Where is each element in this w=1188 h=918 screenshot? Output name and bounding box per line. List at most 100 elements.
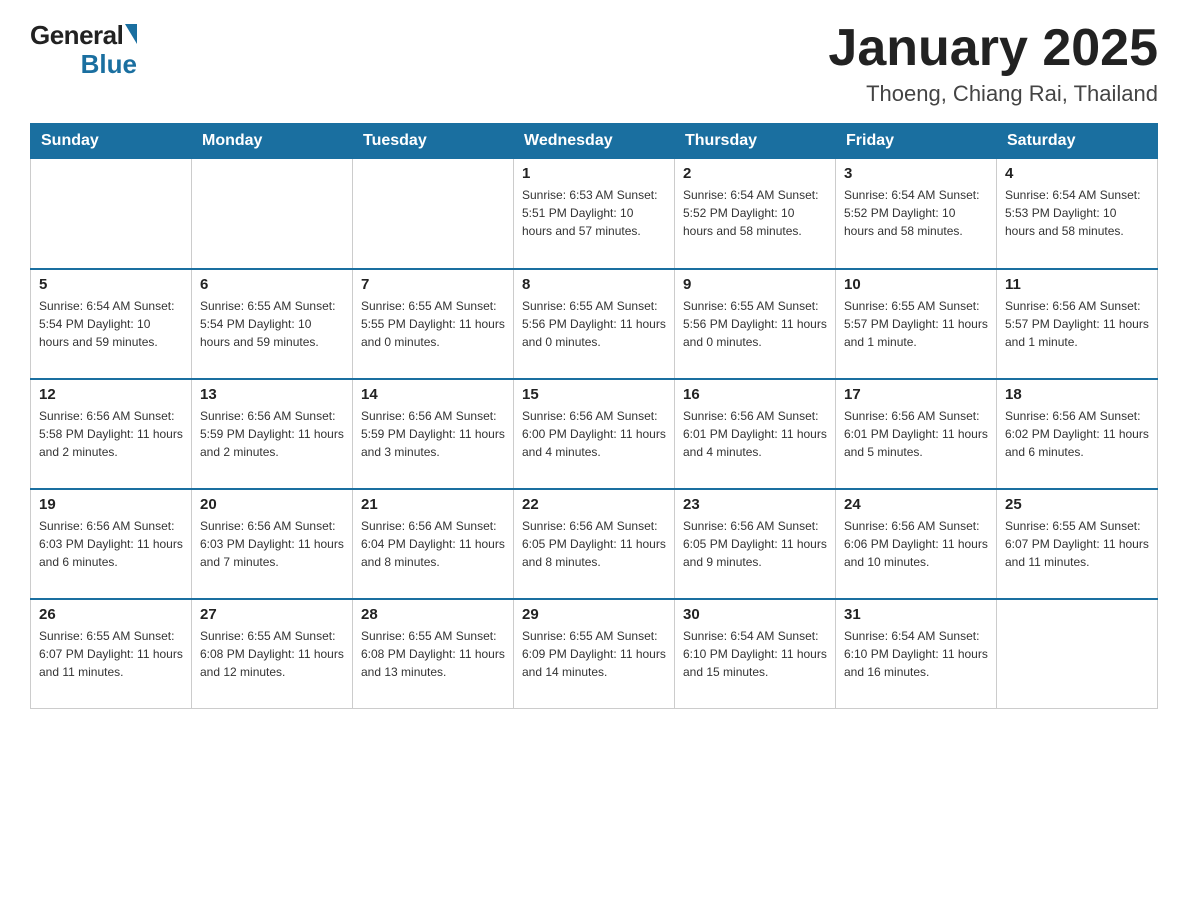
day-number: 18 xyxy=(1005,386,1149,403)
day-number: 14 xyxy=(361,386,505,403)
day-number: 6 xyxy=(200,276,344,293)
day-info: Sunrise: 6:56 AM Sunset: 6:00 PM Dayligh… xyxy=(522,407,666,461)
calendar-cell: 11 Sunrise: 6:56 AM Sunset: 5:57 PM Dayli… xyxy=(997,269,1158,379)
calendar-week-row: 26Sunrise: 6:55 AM Sunset: 6:07 PM Dayli… xyxy=(31,599,1158,709)
day-number: 8 xyxy=(522,276,666,293)
page-header: General Blue January 2025 Thoeng, Chiang… xyxy=(30,20,1158,107)
calendar-cell: 20 Sunrise: 6:56 AM Sunset: 6:03 PM Dayli… xyxy=(192,489,353,599)
calendar-cell: 2 Sunrise: 6:54 AM Sunset: 5:52 PM Daylig… xyxy=(675,159,836,269)
logo-general-text: General xyxy=(30,20,123,51)
day-info: Sunrise: 6:55 AM Sunset: 6:08 PM Dayligh… xyxy=(200,627,344,681)
day-info: Sunrise: 6:54 AM Sunset: 6:10 PM Dayligh… xyxy=(844,627,988,681)
day-number: 5 xyxy=(39,276,183,293)
logo-triangle-icon xyxy=(125,24,137,44)
day-number: 2 xyxy=(683,165,827,182)
day-number: 20 xyxy=(200,496,344,513)
day-info: Sunrise: 6:56 AM Sunset: 6:01 PM Dayligh… xyxy=(844,407,988,461)
day-number: 21 xyxy=(361,496,505,513)
calendar-cell: 27 Sunrise: 6:55 AM Sunset: 6:08 PM Dayli… xyxy=(192,599,353,709)
calendar-cell: 25 Sunrise: 6:55 AM Sunset: 6:07 PM Dayli… xyxy=(997,489,1158,599)
day-number: 25 xyxy=(1005,496,1149,513)
calendar-cell: 31 Sunrise: 6:54 AM Sunset: 6:10 PM Dayli… xyxy=(836,599,997,709)
day-info: Sunrise: 6:56 AM Sunset: 6:01 PM Dayligh… xyxy=(683,407,827,461)
logo: General Blue xyxy=(30,20,137,80)
day-info: Sunrise: 6:56 AM Sunset: 6:03 PM Dayligh… xyxy=(200,517,344,571)
col-header-saturday: Saturday xyxy=(997,124,1158,159)
calendar-cell: 13 Sunrise: 6:56 AM Sunset: 5:59 PM Dayli… xyxy=(192,379,353,489)
calendar-cell: 4 Sunrise: 6:54 AM Sunset: 5:53 PM Daylig… xyxy=(997,159,1158,269)
day-info: Sunrise: 6:55 AM Sunset: 5:56 PM Dayligh… xyxy=(522,297,666,351)
day-info: Sunrise: 6:56 AM Sunset: 5:58 PM Dayligh… xyxy=(39,407,183,461)
calendar-cell: 17 Sunrise: 6:56 AM Sunset: 6:01 PM Dayli… xyxy=(836,379,997,489)
calendar-cell xyxy=(192,159,353,269)
day-number: 3 xyxy=(844,165,988,182)
calendar-header-row: SundayMondayTuesdayWednesdayThursdayFrid… xyxy=(31,124,1158,159)
calendar-table: SundayMondayTuesdayWednesdayThursdayFrid… xyxy=(30,123,1158,709)
day-number: 24 xyxy=(844,496,988,513)
calendar-cell: 14 Sunrise: 6:56 AM Sunset: 5:59 PM Dayli… xyxy=(353,379,514,489)
day-number: 17 xyxy=(844,386,988,403)
day-number: 29 xyxy=(522,606,666,623)
calendar-cell: 7 Sunrise: 6:55 AM Sunset: 5:55 PM Daylig… xyxy=(353,269,514,379)
day-number: 9 xyxy=(683,276,827,293)
day-info: Sunrise: 6:55 AM Sunset: 6:07 PM Dayligh… xyxy=(1005,517,1149,571)
day-info: Sunrise: 6:56 AM Sunset: 6:05 PM Dayligh… xyxy=(522,517,666,571)
day-info: Sunrise: 6:56 AM Sunset: 5:59 PM Dayligh… xyxy=(361,407,505,461)
day-info: Sunrise: 6:56 AM Sunset: 6:05 PM Dayligh… xyxy=(683,517,827,571)
day-number: 7 xyxy=(361,276,505,293)
day-info: Sunrise: 6:54 AM Sunset: 6:10 PM Dayligh… xyxy=(683,627,827,681)
day-info: Sunrise: 6:54 AM Sunset: 5:52 PM Dayligh… xyxy=(683,186,827,240)
calendar-cell: 21 Sunrise: 6:56 AM Sunset: 6:04 PM Dayli… xyxy=(353,489,514,599)
calendar-cell: 10Sunrise: 6:55 AM Sunset: 5:57 PM Dayli… xyxy=(836,269,997,379)
day-info: Sunrise: 6:54 AM Sunset: 5:53 PM Dayligh… xyxy=(1005,186,1149,240)
calendar-cell: 30 Sunrise: 6:54 AM Sunset: 6:10 PM Dayli… xyxy=(675,599,836,709)
calendar-cell: 8 Sunrise: 6:55 AM Sunset: 5:56 PM Daylig… xyxy=(514,269,675,379)
calendar-cell: 24 Sunrise: 6:56 AM Sunset: 6:06 PM Dayli… xyxy=(836,489,997,599)
calendar-week-row: 5Sunrise: 6:54 AM Sunset: 5:54 PM Daylig… xyxy=(31,269,1158,379)
day-number: 26 xyxy=(39,606,183,623)
calendar-cell: 1Sunrise: 6:53 AM Sunset: 5:51 PM Daylig… xyxy=(514,159,675,269)
day-number: 11 xyxy=(1005,276,1149,293)
day-number: 16 xyxy=(683,386,827,403)
calendar-week-row: 1Sunrise: 6:53 AM Sunset: 5:51 PM Daylig… xyxy=(31,159,1158,269)
day-info: Sunrise: 6:53 AM Sunset: 5:51 PM Dayligh… xyxy=(522,186,666,240)
col-header-monday: Monday xyxy=(192,124,353,159)
day-info: Sunrise: 6:55 AM Sunset: 6:09 PM Dayligh… xyxy=(522,627,666,681)
day-number: 4 xyxy=(1005,165,1149,182)
calendar-week-row: 12 Sunrise: 6:56 AM Sunset: 5:58 PM Dayli… xyxy=(31,379,1158,489)
day-number: 10 xyxy=(844,276,988,293)
day-info: Sunrise: 6:56 AM Sunset: 5:57 PM Dayligh… xyxy=(1005,297,1149,351)
day-info: Sunrise: 6:55 AM Sunset: 5:55 PM Dayligh… xyxy=(361,297,505,351)
day-number: 27 xyxy=(200,606,344,623)
day-number: 28 xyxy=(361,606,505,623)
calendar-cell: 28Sunrise: 6:55 AM Sunset: 6:08 PM Dayli… xyxy=(353,599,514,709)
col-header-tuesday: Tuesday xyxy=(353,124,514,159)
calendar-cell: 9Sunrise: 6:55 AM Sunset: 5:56 PM Daylig… xyxy=(675,269,836,379)
day-info: Sunrise: 6:56 AM Sunset: 5:59 PM Dayligh… xyxy=(200,407,344,461)
day-info: Sunrise: 6:54 AM Sunset: 5:52 PM Dayligh… xyxy=(844,186,988,240)
day-info: Sunrise: 6:56 AM Sunset: 6:06 PM Dayligh… xyxy=(844,517,988,571)
day-number: 30 xyxy=(683,606,827,623)
calendar-cell: 23Sunrise: 6:56 AM Sunset: 6:05 PM Dayli… xyxy=(675,489,836,599)
day-number: 31 xyxy=(844,606,988,623)
day-info: Sunrise: 6:56 AM Sunset: 6:04 PM Dayligh… xyxy=(361,517,505,571)
calendar-cell: 19Sunrise: 6:56 AM Sunset: 6:03 PM Dayli… xyxy=(31,489,192,599)
day-info: Sunrise: 6:55 AM Sunset: 5:54 PM Dayligh… xyxy=(200,297,344,351)
calendar-cell: 12 Sunrise: 6:56 AM Sunset: 5:58 PM Dayli… xyxy=(31,379,192,489)
calendar-cell: 3 Sunrise: 6:54 AM Sunset: 5:52 PM Daylig… xyxy=(836,159,997,269)
day-number: 15 xyxy=(522,386,666,403)
day-info: Sunrise: 6:56 AM Sunset: 6:02 PM Dayligh… xyxy=(1005,407,1149,461)
calendar-cell xyxy=(31,159,192,269)
day-number: 12 xyxy=(39,386,183,403)
calendar-cell: 22 Sunrise: 6:56 AM Sunset: 6:05 PM Dayli… xyxy=(514,489,675,599)
calendar-cell: 5Sunrise: 6:54 AM Sunset: 5:54 PM Daylig… xyxy=(31,269,192,379)
day-number: 13 xyxy=(200,386,344,403)
day-number: 22 xyxy=(522,496,666,513)
calendar-cell: 29 Sunrise: 6:55 AM Sunset: 6:09 PM Dayli… xyxy=(514,599,675,709)
calendar-cell: 26Sunrise: 6:55 AM Sunset: 6:07 PM Dayli… xyxy=(31,599,192,709)
col-header-sunday: Sunday xyxy=(31,124,192,159)
calendar-cell xyxy=(353,159,514,269)
calendar-cell: 16 Sunrise: 6:56 AM Sunset: 6:01 PM Dayli… xyxy=(675,379,836,489)
calendar-cell: 15 Sunrise: 6:56 AM Sunset: 6:00 PM Dayli… xyxy=(514,379,675,489)
calendar-cell xyxy=(997,599,1158,709)
